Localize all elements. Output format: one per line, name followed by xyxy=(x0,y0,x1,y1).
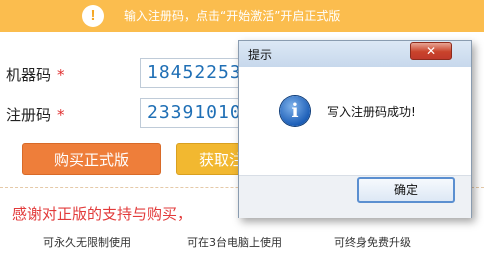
close-button[interactable]: ✕ xyxy=(410,42,452,60)
register-code-label-text: 注册码 xyxy=(6,106,52,124)
banner-text: 输入注册码，点击“开始激活”开启正式版 xyxy=(124,9,341,23)
thanks-text: 感谢对正版的支持与购买， xyxy=(12,205,193,223)
buy-full-version-button[interactable]: 购买正式版 xyxy=(22,143,161,175)
machine-code-label-text: 机器码 xyxy=(6,66,52,84)
message-dialog: 提示 ✕ i 写入注册码成功! 确定 xyxy=(238,40,472,218)
machine-code-value: 18452253 xyxy=(147,62,242,83)
dialog-footer: 确定 xyxy=(239,175,471,218)
close-icon: ✕ xyxy=(425,44,437,58)
feature-permanent: 可永久无限制使用 xyxy=(43,236,131,249)
machine-code-label: 机器码 * xyxy=(6,64,65,85)
dialog-title: 提示 xyxy=(248,48,273,62)
feature-three-pcs: 可在3台电脑上使用 xyxy=(187,236,282,249)
required-mark: * xyxy=(57,106,65,124)
register-code-label: 注册码 * xyxy=(6,104,65,125)
required-mark: * xyxy=(57,66,65,84)
register-code-value: 23391010 xyxy=(147,102,242,123)
feature-lifetime-upgrade: 可终身免费升级 xyxy=(334,236,411,249)
info-icon: i xyxy=(280,96,310,126)
dialog-titlebar[interactable]: 提示 ✕ xyxy=(239,41,471,67)
ok-button[interactable]: 确定 xyxy=(357,177,455,203)
notice-banner: ! 输入注册码，点击“开始激活”开启正式版 xyxy=(0,0,484,32)
dialog-message: 写入注册码成功! xyxy=(327,105,416,119)
exclamation-icon: ! xyxy=(82,5,104,27)
dialog-body: i 写入注册码成功! xyxy=(245,67,465,175)
